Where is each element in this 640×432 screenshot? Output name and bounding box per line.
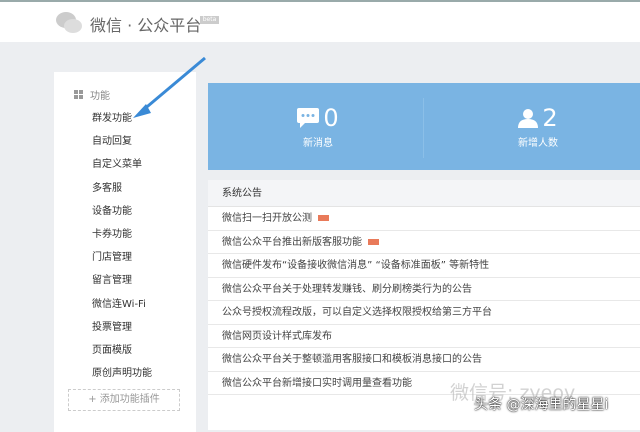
stat-new-messages[interactable]: 0 新消息 [248, 105, 388, 149]
notice-text: 微信公众平台关于处理转发赚钱、刷分刷榜类行为的公告 [222, 283, 472, 295]
notice-row[interactable]: 微信公众平台关于处理转发赚钱、刷分刷榜类行为的公告 [208, 278, 640, 301]
sidebar-item[interactable]: 门店管理 [92, 248, 132, 263]
stat-value: 0 [323, 104, 339, 132]
stats-banner: 0 新消息 2 新增人数 [208, 83, 640, 170]
sidebar-item[interactable]: 多客服 [92, 179, 122, 194]
add-plugin-button[interactable]: + 添加功能插件 [68, 389, 180, 411]
sidebar-item[interactable]: 投票管理 [92, 318, 132, 333]
notice-row[interactable]: 微信网页设计样式库发布 [208, 325, 640, 348]
sidebar-item[interactable]: 微信连Wi-Fi [92, 295, 146, 310]
sidebar-item[interactable]: 自定义菜单 [92, 155, 142, 170]
sidebar-item[interactable]: 原创声明功能 [92, 364, 152, 379]
message-icon [297, 108, 320, 128]
notice-row[interactable]: 微信公众平台推出新版客服功能 [208, 231, 640, 254]
notice-text: 微信公众平台新增接口实时调用量查看功能 [222, 377, 412, 389]
notice-list-title: 系统公告 [208, 180, 640, 207]
watermark-main: 头条 @深海里的星星i [474, 397, 609, 413]
notice-text: 公众号授权流程改版，可以自定义选择权限授权给第三方平台 [222, 307, 492, 318]
sidebar-item[interactable]: 设备功能 [92, 202, 132, 217]
top-bar: 微信 · 公众平台 beta [0, 0, 640, 42]
notice-row[interactable]: 公众号授权流程改版，可以自定义选择权限授权给第三方平台 [208, 301, 640, 325]
notice-text: 微信扫一扫开放公测 [222, 213, 312, 224]
sidebar-item[interactable]: 卡券功能 [92, 225, 132, 240]
notice-text: 微信网页设计样式库发布 [222, 330, 332, 342]
new-badge-icon [318, 215, 329, 221]
notice-text: 微信公众平台推出新版客服功能 [222, 236, 362, 248]
beta-badge: beta [200, 16, 219, 24]
stat-label: 新消息 [303, 138, 333, 149]
user-icon [518, 109, 539, 128]
section-label: 功能 [90, 91, 110, 102]
stat-value: 2 [542, 104, 558, 132]
notice-text: 微信公众平台关于整顿滥用客服接口和模板消息接口的公告 [222, 354, 482, 365]
new-badge-icon [368, 238, 379, 245]
stat-label: 新增人数 [518, 138, 558, 149]
sidebar-item[interactable]: 留言管理 [92, 271, 132, 286]
notice-row[interactable]: 微信扫一扫开放公测 [208, 207, 640, 231]
sidebar-item[interactable]: 自动回复 [92, 132, 132, 147]
sidebar: 功能 群发功能自动回复自定义菜单多客服设备功能卡券功能门店管理留言管理微信连Wi… [54, 72, 196, 432]
notice-text: 微信硬件发布“设备接收微信消息” “设备标准面板” 等新特性 [222, 260, 490, 271]
stat-new-followers[interactable]: 2 新增人数 [468, 105, 608, 149]
sidebar-section-header: 功能 [74, 87, 110, 102]
grid-icon [74, 90, 84, 99]
sidebar-item[interactable]: 页面模版 [92, 341, 132, 356]
brand-title[interactable]: 微信 · 公众平台 [90, 12, 201, 36]
notice-row[interactable]: 微信公众平台关于整顿滥用客服接口和模板消息接口的公告 [208, 348, 640, 372]
divider [423, 98, 424, 158]
notice-row[interactable]: 微信硬件发布“设备接收微信消息” “设备标准面板” 等新特性 [208, 254, 640, 278]
wechat-logo-icon [56, 12, 82, 33]
sidebar-item[interactable]: 群发功能 [92, 109, 132, 124]
